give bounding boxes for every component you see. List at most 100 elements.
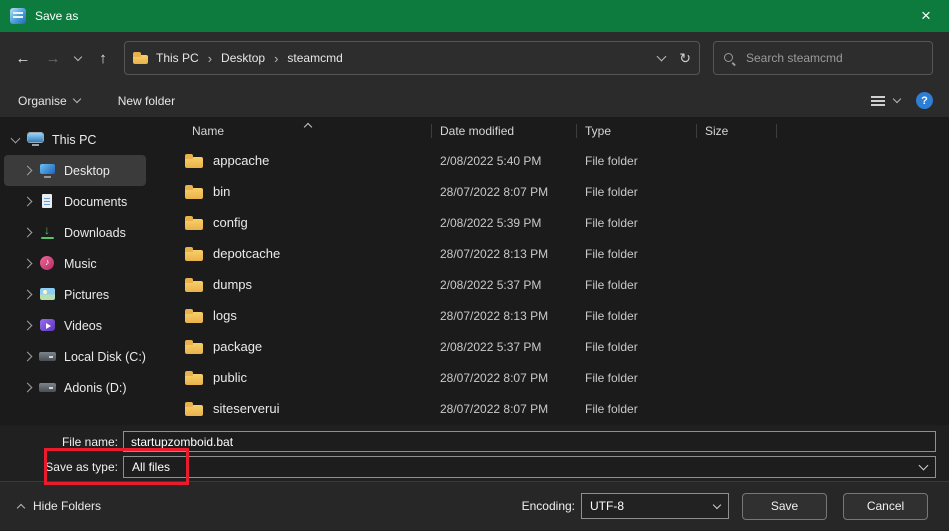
row-type: File folder <box>585 184 638 199</box>
row-name: logs <box>213 308 237 323</box>
row-date: 28/07/2022 8:07 PM <box>440 370 549 385</box>
column-header-date-modified[interactable]: Date modified <box>432 117 577 145</box>
up-button[interactable]: ↑ <box>88 43 118 73</box>
table-row[interactable]: logs 28/07/2022 8:13 PM File folder <box>178 300 949 331</box>
chevron-right-icon[interactable] <box>22 351 33 362</box>
sidebar-item-local-disk-c[interactable]: Local Disk (C:) <box>4 341 146 372</box>
save-as-type-dropdown[interactable]: All files <box>123 456 936 478</box>
sidebar-item-documents[interactable]: Documents <box>4 186 146 217</box>
search-input[interactable] <box>744 50 923 66</box>
search-icon <box>723 52 736 65</box>
sidebar-item-desktop[interactable]: Desktop <box>4 155 146 186</box>
table-row[interactable]: bin 28/07/2022 8:07 PM File folder <box>178 176 949 207</box>
row-type: File folder <box>585 401 638 416</box>
address-bar[interactable]: This PC › Desktop › steamcmd ↻ <box>124 41 700 75</box>
sidebar-item-adonis-d[interactable]: Adonis (D:) <box>4 372 146 403</box>
new-folder-button[interactable]: New folder <box>118 94 175 108</box>
sidebar-item-label: Music <box>64 256 97 271</box>
organise-button[interactable]: Organise <box>18 93 81 108</box>
column-headers: Name Date modified Type Size <box>178 117 949 145</box>
chevron-right-icon[interactable] <box>22 289 33 300</box>
hide-folders-button[interactable]: Hide Folders <box>16 499 101 513</box>
save-as-dialog: Save as × ← → ↑ This PC › Desktop › stea… <box>0 0 949 531</box>
sidebar-item-videos[interactable]: Videos <box>4 310 146 341</box>
table-row[interactable]: siteserverui 28/07/2022 8:07 PM File fol… <box>178 393 949 424</box>
row-type: File folder <box>585 246 638 261</box>
help-button[interactable]: ? <box>916 92 933 109</box>
chevron-right-icon[interactable] <box>22 227 33 238</box>
forward-button[interactable]: → <box>38 43 68 73</box>
sidebar-item-pictures[interactable]: Pictures <box>4 279 146 310</box>
new-folder-label: New folder <box>117 93 176 108</box>
window-title: Save as <box>35 9 79 23</box>
view-options-button[interactable] <box>871 94 902 106</box>
folder-icon <box>185 308 203 323</box>
back-button[interactable]: ← <box>8 43 38 73</box>
main-area: This PC Desktop Documents Downloads Musi <box>0 117 949 425</box>
table-row[interactable]: depotcache 28/07/2022 8:13 PM File folde… <box>178 238 949 269</box>
column-header-type[interactable]: Type <box>577 117 697 145</box>
chevron-right-icon[interactable] <box>22 382 33 393</box>
sort-ascending-icon <box>303 122 313 132</box>
chevron-right-icon[interactable] <box>22 258 33 269</box>
desktop-icon <box>39 163 56 178</box>
chevron-right-icon[interactable] <box>22 320 33 331</box>
file-name-input[interactable] <box>123 431 936 452</box>
breadcrumb-this-pc[interactable]: This PC <box>156 51 199 65</box>
chevron-expanded-icon[interactable] <box>10 133 21 143</box>
column-label: Type <box>585 124 612 138</box>
filename-section: File name: Save as type: All files <box>0 425 949 481</box>
row-name: appcache <box>213 153 270 168</box>
column-label: Name <box>192 124 225 138</box>
downloads-icon <box>39 223 56 240</box>
sidebar-item-label: Desktop <box>64 163 110 178</box>
folder-icon <box>185 339 203 354</box>
folder-icon <box>185 370 203 385</box>
folder-icon <box>185 184 203 199</box>
encoding-dropdown[interactable]: UTF-8 <box>581 493 729 519</box>
disk-icon <box>39 349 56 364</box>
save-button[interactable]: Save <box>742 492 827 520</box>
table-row[interactable]: public 28/07/2022 8:07 PM File folder <box>178 362 949 393</box>
row-name: depotcache <box>213 246 281 261</box>
chevron-down-icon <box>72 94 81 104</box>
breadcrumb-steamcmd[interactable]: steamcmd <box>287 51 342 65</box>
breadcrumb-separator: › <box>274 50 279 66</box>
sidebar-item-music[interactable]: Music <box>4 248 146 279</box>
file-list: Name Date modified Type Size appcache 2/… <box>178 117 949 425</box>
chevron-down-icon <box>918 460 929 471</box>
save-as-type-value: All files <box>132 460 171 474</box>
sidebar-item-label: Videos <box>64 318 102 333</box>
sidebar-item-label: Documents <box>64 194 128 209</box>
table-row[interactable]: dumps 2/08/2022 5:37 PM File folder <box>178 269 949 300</box>
footer-bar: Hide Folders Encoding: UTF-8 Save Cancel <box>0 481 949 530</box>
folder-icon <box>133 52 148 64</box>
chevron-right-icon[interactable] <box>22 165 33 176</box>
sidebar-item-label: This PC <box>52 132 97 147</box>
row-name: siteserverui <box>213 401 280 416</box>
table-row[interactable]: appcache 2/08/2022 5:40 PM File folder <box>178 145 949 176</box>
this-pc-icon <box>27 132 44 147</box>
recent-locations-button[interactable] <box>68 43 88 73</box>
address-dropdown-icon[interactable] <box>656 51 667 62</box>
row-type: File folder <box>585 339 638 354</box>
view-list-icon <box>871 95 885 106</box>
column-header-name[interactable]: Name <box>178 117 432 145</box>
sidebar-item-downloads[interactable]: Downloads <box>4 217 146 248</box>
chevron-right-icon[interactable] <box>22 196 33 207</box>
row-date: 2/08/2022 5:39 PM <box>440 215 542 230</box>
folder-icon <box>185 215 203 230</box>
breadcrumb-desktop[interactable]: Desktop <box>221 51 265 65</box>
sidebar-item-label: Local Disk (C:) <box>64 349 146 364</box>
organise-label: Organise <box>18 93 67 108</box>
column-header-size[interactable]: Size <box>697 117 777 145</box>
file-rows: appcache 2/08/2022 5:40 PM File folder b… <box>178 145 949 425</box>
table-row[interactable]: package 2/08/2022 5:37 PM File folder <box>178 331 949 362</box>
sidebar-item-this-pc[interactable]: This PC <box>4 124 146 155</box>
pictures-icon <box>39 287 56 302</box>
refresh-icon[interactable]: ↻ <box>679 50 691 67</box>
table-row[interactable]: config 2/08/2022 5:39 PM File folder <box>178 207 949 238</box>
row-name: bin <box>213 184 231 199</box>
cancel-button[interactable]: Cancel <box>843 492 928 520</box>
close-button[interactable]: × <box>903 0 949 32</box>
